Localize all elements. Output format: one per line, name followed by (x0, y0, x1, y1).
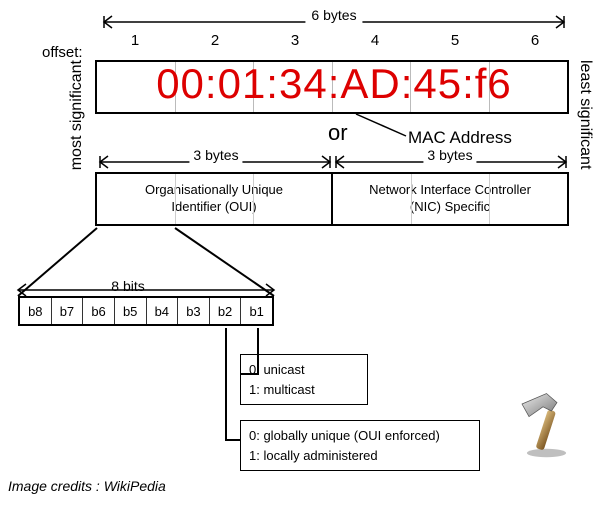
b1-one: 1: multicast (249, 380, 359, 400)
bit-b1: b1 (241, 298, 272, 324)
bit-b4: b4 (147, 298, 179, 324)
dim-6bytes-label: 6 bytes (305, 7, 362, 23)
bits-box: b8 b7 b6 b5 b4 b3 b2 b1 (18, 296, 274, 326)
least-significant-label: least significant (576, 60, 594, 169)
bit-b3: b3 (178, 298, 210, 324)
nic-text: Network Interface Controller (NIC) Speci… (363, 182, 537, 216)
oui-nic-box: Organisationally Unique Identifier (OUI)… (95, 172, 569, 226)
bit-b5: b5 (115, 298, 147, 324)
dim-6bytes: 6 bytes (104, 10, 564, 32)
or-label: or (328, 120, 348, 146)
offset-2: 2 (205, 32, 225, 49)
dim-8bits-label: 8 bits (18, 278, 238, 294)
bit-b8: b8 (20, 298, 52, 324)
mac-seg (254, 62, 333, 112)
hammer-icon (508, 390, 578, 460)
dim-3bytes-left-label: 3 bytes (189, 147, 242, 163)
bit-b7: b7 (52, 298, 84, 324)
mac-seg (490, 62, 568, 112)
offset-4: 4 (365, 32, 385, 49)
mac-seg (411, 62, 490, 112)
bit-b6: b6 (83, 298, 115, 324)
mac-address-diagram: 6 bytes offset: 1 2 3 4 5 6 most signifi… (0, 0, 600, 505)
mac-pointer-label: MAC Address (408, 128, 512, 148)
mac-seg (176, 62, 255, 112)
mac-box (95, 60, 569, 114)
b1-zero: 0: unicast (249, 360, 359, 380)
bit-b2: b2 (210, 298, 242, 324)
offset-3: 3 (285, 32, 305, 49)
mac-seg (97, 62, 176, 112)
offset-5: 5 (445, 32, 465, 49)
image-credits: Image credits : WikiPedia (8, 478, 166, 494)
oui-half: Organisationally Unique Identifier (OUI) (97, 174, 333, 224)
b1-meaning-box: 0: unicast 1: multicast (240, 354, 368, 405)
offset-1: 1 (125, 32, 145, 49)
offset-6: 6 (525, 32, 545, 49)
b2-zero: 0: globally unique (OUI enforced) (249, 426, 471, 446)
most-significant-label: most significant (68, 60, 86, 170)
b2-one: 1: locally administered (249, 446, 471, 466)
mac-seg (333, 62, 412, 112)
dim-3bytes-right-label: 3 bytes (423, 147, 476, 163)
dim-3bytes-right: 3 bytes (334, 150, 566, 170)
dim-3bytes-left: 3 bytes (100, 150, 332, 170)
offset-label: offset: (42, 44, 83, 61)
nic-half: Network Interface Controller (NIC) Speci… (333, 174, 567, 224)
b2-meaning-box: 0: globally unique (OUI enforced) 1: loc… (240, 420, 480, 471)
oui-text: Organisationally Unique Identifier (OUI) (139, 182, 289, 216)
